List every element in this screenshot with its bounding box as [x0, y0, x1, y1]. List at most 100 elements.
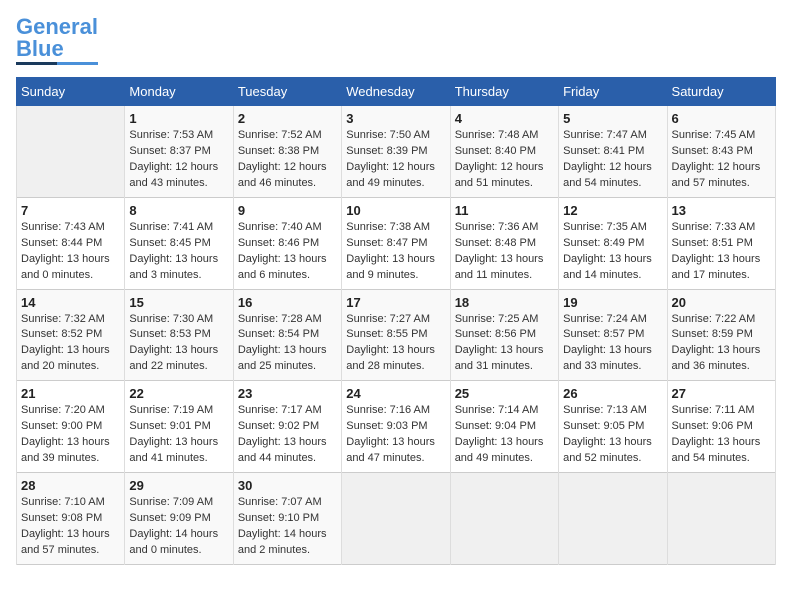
day-number: 26	[563, 386, 662, 401]
day-info: Sunrise: 7:27 AM Sunset: 8:55 PM Dayligh…	[346, 312, 445, 376]
day-info: Sunrise: 7:20 AM Sunset: 9:00 PM Dayligh…	[21, 403, 120, 467]
day-number: 10	[346, 203, 445, 218]
day-info: Sunrise: 7:33 AM Sunset: 8:51 PM Dayligh…	[672, 220, 771, 284]
calendar-cell: 2 Sunrise: 7:52 AM Sunset: 8:38 PM Daylig…	[233, 106, 341, 198]
weekday-header: Wednesday	[342, 78, 450, 106]
day-number: 27	[672, 386, 771, 401]
day-number: 3	[346, 111, 445, 126]
calendar-cell: 11 Sunrise: 7:36 AM Sunset: 8:48 PM Dayli…	[450, 197, 558, 289]
day-number: 17	[346, 295, 445, 310]
day-number: 6	[672, 111, 771, 126]
calendar-week-row: 21 Sunrise: 7:20 AM Sunset: 9:00 PM Dayli…	[17, 381, 776, 473]
day-info: Sunrise: 7:47 AM Sunset: 8:41 PM Dayligh…	[563, 128, 662, 192]
calendar-header-row: SundayMondayTuesdayWednesdayThursdayFrid…	[17, 78, 776, 106]
calendar-week-row: 14 Sunrise: 7:32 AM Sunset: 8:52 PM Dayli…	[17, 289, 776, 381]
logo-text: General Blue	[16, 16, 98, 60]
calendar-cell	[667, 473, 775, 565]
day-number: 19	[563, 295, 662, 310]
weekday-header: Thursday	[450, 78, 558, 106]
calendar-week-row: 1Sunrise: 7:53 AM Sunset: 8:37 PM Daylig…	[17, 106, 776, 198]
day-number: 5	[563, 111, 662, 126]
weekday-header: Tuesday	[233, 78, 341, 106]
day-info: Sunrise: 7:50 AM Sunset: 8:39 PM Dayligh…	[346, 128, 445, 192]
calendar-cell: 10Sunrise: 7:38 AM Sunset: 8:47 PM Dayli…	[342, 197, 450, 289]
day-info: Sunrise: 7:24 AM Sunset: 8:57 PM Dayligh…	[563, 312, 662, 376]
day-info: Sunrise: 7:11 AM Sunset: 9:06 PM Dayligh…	[672, 403, 771, 467]
day-info: Sunrise: 7:35 AM Sunset: 8:49 PM Dayligh…	[563, 220, 662, 284]
day-info: Sunrise: 7:28 AM Sunset: 8:54 PM Dayligh…	[238, 312, 337, 376]
day-number: 7	[21, 203, 120, 218]
day-info: Sunrise: 7:07 AM Sunset: 9:10 PM Dayligh…	[238, 495, 337, 559]
calendar-cell	[342, 473, 450, 565]
calendar-cell: 20Sunrise: 7:22 AM Sunset: 8:59 PM Dayli…	[667, 289, 775, 381]
day-info: Sunrise: 7:13 AM Sunset: 9:05 PM Dayligh…	[563, 403, 662, 467]
day-info: Sunrise: 7:30 AM Sunset: 8:53 PM Dayligh…	[129, 312, 228, 376]
calendar-cell: 30 Sunrise: 7:07 AM Sunset: 9:10 PM Dayli…	[233, 473, 341, 565]
day-number: 4	[455, 111, 554, 126]
calendar-week-row: 7Sunrise: 7:43 AM Sunset: 8:44 PM Daylig…	[17, 197, 776, 289]
day-number: 30	[238, 478, 337, 493]
day-number: 25	[455, 386, 554, 401]
calendar-cell	[559, 473, 667, 565]
day-number: 1	[129, 111, 228, 126]
day-number: 9	[238, 203, 337, 218]
calendar-cell: 18 Sunrise: 7:25 AM Sunset: 8:56 PM Dayli…	[450, 289, 558, 381]
day-info: Sunrise: 7:36 AM Sunset: 8:48 PM Dayligh…	[455, 220, 554, 284]
calendar-cell: 7Sunrise: 7:43 AM Sunset: 8:44 PM Daylig…	[17, 197, 125, 289]
calendar-cell: 26 Sunrise: 7:13 AM Sunset: 9:05 PM Dayli…	[559, 381, 667, 473]
day-info: Sunrise: 7:16 AM Sunset: 9:03 PM Dayligh…	[346, 403, 445, 467]
calendar-cell: 28 Sunrise: 7:10 AM Sunset: 9:08 PM Dayli…	[17, 473, 125, 565]
day-number: 13	[672, 203, 771, 218]
calendar-cell: 16Sunrise: 7:28 AM Sunset: 8:54 PM Dayli…	[233, 289, 341, 381]
day-number: 20	[672, 295, 771, 310]
weekday-header: Sunday	[17, 78, 125, 106]
day-info: Sunrise: 7:14 AM Sunset: 9:04 PM Dayligh…	[455, 403, 554, 467]
day-number: 23	[238, 386, 337, 401]
calendar-cell	[450, 473, 558, 565]
day-number: 8	[129, 203, 228, 218]
day-info: Sunrise: 7:52 AM Sunset: 8:38 PM Dayligh…	[238, 128, 337, 192]
logo-blue: Blue	[16, 36, 64, 61]
day-info: Sunrise: 7:17 AM Sunset: 9:02 PM Dayligh…	[238, 403, 337, 467]
calendar-cell: 22 Sunrise: 7:19 AM Sunset: 9:01 PM Dayli…	[125, 381, 233, 473]
calendar-cell: 24 Sunrise: 7:16 AM Sunset: 9:03 PM Dayli…	[342, 381, 450, 473]
page-header: General Blue	[16, 16, 776, 65]
day-number: 12	[563, 203, 662, 218]
day-number: 14	[21, 295, 120, 310]
day-info: Sunrise: 7:19 AM Sunset: 9:01 PM Dayligh…	[129, 403, 228, 467]
calendar-cell: 3 Sunrise: 7:50 AM Sunset: 8:39 PM Daylig…	[342, 106, 450, 198]
calendar-cell: 17 Sunrise: 7:27 AM Sunset: 8:55 PM Dayli…	[342, 289, 450, 381]
day-info: Sunrise: 7:32 AM Sunset: 8:52 PM Dayligh…	[21, 312, 120, 376]
calendar-table: SundayMondayTuesdayWednesdayThursdayFrid…	[16, 77, 776, 565]
weekday-header: Monday	[125, 78, 233, 106]
day-number: 2	[238, 111, 337, 126]
day-number: 11	[455, 203, 554, 218]
calendar-cell: 15 Sunrise: 7:30 AM Sunset: 8:53 PM Dayli…	[125, 289, 233, 381]
day-number: 18	[455, 295, 554, 310]
calendar-cell: 13 Sunrise: 7:33 AM Sunset: 8:51 PM Dayli…	[667, 197, 775, 289]
calendar-cell: 19 Sunrise: 7:24 AM Sunset: 8:57 PM Dayli…	[559, 289, 667, 381]
day-info: Sunrise: 7:10 AM Sunset: 9:08 PM Dayligh…	[21, 495, 120, 559]
calendar-cell: 6 Sunrise: 7:45 AM Sunset: 8:43 PM Daylig…	[667, 106, 775, 198]
logo-underline	[16, 62, 98, 65]
day-number: 22	[129, 386, 228, 401]
calendar-cell: 27 Sunrise: 7:11 AM Sunset: 9:06 PM Dayli…	[667, 381, 775, 473]
logo: General Blue	[16, 16, 98, 65]
day-info: Sunrise: 7:25 AM Sunset: 8:56 PM Dayligh…	[455, 312, 554, 376]
weekday-header: Saturday	[667, 78, 775, 106]
day-info: Sunrise: 7:48 AM Sunset: 8:40 PM Dayligh…	[455, 128, 554, 192]
calendar-cell: 25 Sunrise: 7:14 AM Sunset: 9:04 PM Dayli…	[450, 381, 558, 473]
calendar-week-row: 28 Sunrise: 7:10 AM Sunset: 9:08 PM Dayli…	[17, 473, 776, 565]
calendar-cell: 5 Sunrise: 7:47 AM Sunset: 8:41 PM Daylig…	[559, 106, 667, 198]
day-info: Sunrise: 7:40 AM Sunset: 8:46 PM Dayligh…	[238, 220, 337, 284]
calendar-cell: 14 Sunrise: 7:32 AM Sunset: 8:52 PM Dayli…	[17, 289, 125, 381]
day-number: 28	[21, 478, 120, 493]
calendar-cell: 9 Sunrise: 7:40 AM Sunset: 8:46 PM Daylig…	[233, 197, 341, 289]
calendar-cell: 1Sunrise: 7:53 AM Sunset: 8:37 PM Daylig…	[125, 106, 233, 198]
day-number: 21	[21, 386, 120, 401]
day-number: 15	[129, 295, 228, 310]
calendar-cell	[17, 106, 125, 198]
calendar-cell: 4 Sunrise: 7:48 AM Sunset: 8:40 PM Daylig…	[450, 106, 558, 198]
day-number: 24	[346, 386, 445, 401]
day-info: Sunrise: 7:45 AM Sunset: 8:43 PM Dayligh…	[672, 128, 771, 192]
